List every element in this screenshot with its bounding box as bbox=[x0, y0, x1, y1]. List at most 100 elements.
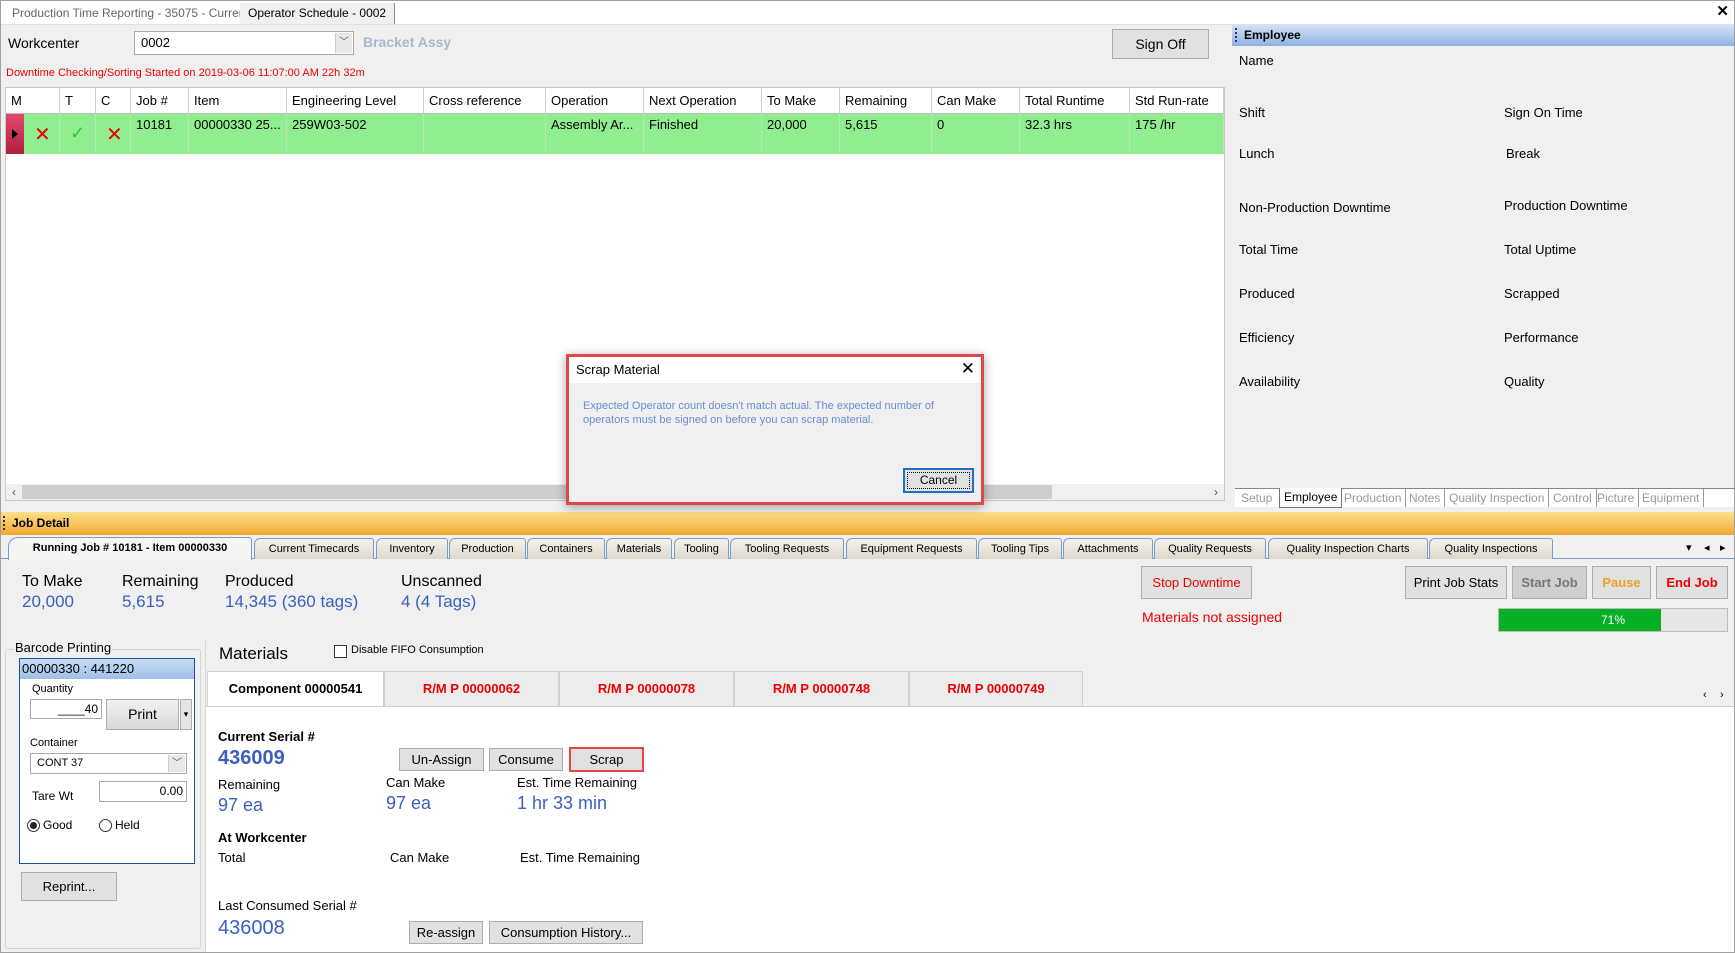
document-tab-bar: Production Time Reporting - 35075 - Curr… bbox=[0, 0, 1735, 25]
pause-button[interactable]: Pause bbox=[1592, 566, 1651, 599]
shift-label: Shift bbox=[1239, 105, 1266, 120]
reprint-button[interactable]: Reprint... bbox=[21, 872, 117, 901]
tab-component[interactable]: Component 00000541 bbox=[207, 671, 384, 708]
tab-quality-requests[interactable]: Quality Requests bbox=[1154, 538, 1266, 559]
tab-list-dropdown-icon[interactable]: ▾ bbox=[1686, 541, 1692, 554]
column-header-m[interactable]: M bbox=[6, 88, 60, 114]
est-time-remaining-label: Est. Time Remaining bbox=[517, 775, 637, 790]
job-detail-title: Job Detail bbox=[12, 516, 70, 530]
unassign-button[interactable]: Un-Assign bbox=[399, 748, 484, 771]
chevron-down-icon[interactable]: ﹀ bbox=[335, 33, 352, 53]
workcenter-select[interactable]: 0002 ﹀ bbox=[134, 31, 354, 55]
disable-fifo-checkbox[interactable] bbox=[334, 645, 347, 658]
column-header-item[interactable]: Item bbox=[189, 88, 287, 114]
reassign-button[interactable]: Re-assign bbox=[409, 921, 483, 944]
close-icon[interactable]: ✕ bbox=[961, 359, 975, 379]
workcenter-name: Bracket Assy bbox=[363, 34, 452, 50]
barcode-item-panel: 00000330 : 441220 Quantity ____40 Print … bbox=[19, 658, 195, 864]
stop-downtime-button[interactable]: Stop Downtime bbox=[1141, 566, 1252, 599]
material-tab-left-icon[interactable]: ‹ bbox=[1703, 689, 1707, 701]
grip-icon[interactable] bbox=[3, 516, 5, 530]
container-value: CONT 37 bbox=[37, 757, 84, 769]
tab-tooling-requests[interactable]: Tooling Requests bbox=[730, 538, 844, 559]
sign-off-button[interactable]: Sign Off bbox=[1112, 29, 1209, 59]
last-consumed-serial-label: Last Consumed Serial # bbox=[218, 898, 357, 913]
tab-rm-00000749[interactable]: R/M P 00000749 bbox=[909, 671, 1083, 707]
print-job-stats-button[interactable]: Print Job Stats bbox=[1405, 566, 1507, 599]
tab-quality-inspection-charts[interactable]: Quality Inspection Charts bbox=[1268, 538, 1428, 559]
tab-running-job[interactable]: Running Job # 10181 - Item 00000330 bbox=[8, 537, 252, 560]
component-detail: Current Serial # 436009 Un-Assign Consum… bbox=[206, 706, 1735, 953]
tab-materials[interactable]: Materials bbox=[606, 538, 672, 559]
table-row[interactable]: ✕ ✓ ✕ 10181 00000330 25... 259W03-502 As… bbox=[6, 114, 1224, 154]
column-header-can-make[interactable]: Can Make bbox=[932, 88, 1020, 114]
tab-quality-inspection[interactable]: Quality Inspection bbox=[1445, 489, 1550, 507]
close-icon[interactable]: ✕ bbox=[1716, 2, 1729, 20]
tab-tooling[interactable]: Tooling bbox=[674, 538, 729, 559]
column-header-remaining[interactable]: Remaining bbox=[840, 88, 932, 114]
scrap-button[interactable]: Scrap bbox=[569, 747, 644, 772]
chevron-down-icon[interactable]: ﹀ bbox=[168, 755, 185, 772]
tab-picture[interactable]: Picture bbox=[1593, 489, 1640, 507]
print-button[interactable]: Print bbox=[106, 699, 179, 730]
print-options-dropdown-icon[interactable]: ▾ bbox=[180, 699, 192, 730]
tab-rm-00000062[interactable]: R/M P 00000062 bbox=[384, 671, 559, 707]
quantity-input[interactable]: ____40 bbox=[30, 699, 102, 719]
x-icon: ✕ bbox=[96, 114, 131, 154]
scroll-right-icon[interactable]: › bbox=[1208, 484, 1224, 500]
column-header-c[interactable]: C bbox=[96, 88, 131, 114]
break-label: Break bbox=[1506, 146, 1540, 161]
tab-scroll-right-icon[interactable]: ▸ bbox=[1720, 541, 1726, 554]
tab-employee[interactable]: Employee bbox=[1279, 488, 1343, 508]
tare-wt-label: Tare Wt bbox=[32, 789, 74, 803]
tab-production[interactable]: Production bbox=[449, 538, 526, 559]
cell-engineering-level: 259W03-502 bbox=[287, 114, 424, 154]
tab-equipment[interactable]: Equipment bbox=[1638, 489, 1705, 507]
tab-rm-00000078[interactable]: R/M P 00000078 bbox=[559, 671, 734, 707]
consumption-history-button[interactable]: Consumption History... bbox=[489, 921, 643, 944]
cell-item: 00000330 25... bbox=[189, 114, 287, 154]
tare-wt-input[interactable]: 0.00 bbox=[99, 781, 187, 802]
tab-rm-00000748[interactable]: R/M P 00000748 bbox=[734, 671, 909, 707]
tab-attachments[interactable]: Attachments bbox=[1063, 538, 1153, 559]
column-header-total-runtime[interactable]: Total Runtime bbox=[1020, 88, 1130, 114]
to-make-value: 20,000 bbox=[22, 592, 74, 611]
tab-setup[interactable]: Setup bbox=[1237, 489, 1276, 507]
end-job-button[interactable]: End Job bbox=[1656, 566, 1728, 599]
scroll-left-icon[interactable]: ‹ bbox=[6, 484, 22, 500]
cancel-button[interactable]: Cancel bbox=[903, 468, 974, 493]
row-selector-arrow-icon[interactable] bbox=[6, 114, 24, 154]
barcode-selected-item[interactable]: 00000330 : 441220 bbox=[20, 659, 194, 679]
tab-inventory[interactable]: Inventory bbox=[376, 538, 448, 559]
grip-icon[interactable] bbox=[1235, 28, 1237, 42]
column-header-cross-reference[interactable]: Cross reference bbox=[424, 88, 546, 114]
material-tab-right-icon[interactable]: › bbox=[1720, 689, 1724, 701]
tab-production[interactable]: Production bbox=[1340, 489, 1407, 507]
column-header-t[interactable]: T bbox=[60, 88, 96, 114]
doc-tab-production-time-reporting[interactable]: Production Time Reporting - 35075 - Curr… bbox=[4, 3, 257, 24]
last-consumed-serial-value: 436008 bbox=[218, 917, 285, 939]
doc-tab-operator-schedule[interactable]: Operator Schedule - 0002 bbox=[240, 3, 396, 24]
dialog-title: Scrap Material bbox=[569, 357, 981, 383]
column-header-operation[interactable]: Operation bbox=[546, 88, 644, 114]
tab-current-timecards[interactable]: Current Timecards bbox=[254, 538, 374, 559]
good-radio[interactable] bbox=[27, 819, 40, 832]
tab-scroll-left-icon[interactable]: ◂ bbox=[1704, 541, 1710, 554]
start-job-button[interactable]: Start Job bbox=[1512, 566, 1587, 599]
consume-button[interactable]: Consume bbox=[489, 748, 563, 771]
remaining-label: Remaining bbox=[122, 573, 199, 590]
barcode-printing-title: Barcode Printing bbox=[14, 640, 113, 655]
held-radio[interactable] bbox=[99, 819, 112, 832]
column-header-job[interactable]: Job # bbox=[131, 88, 189, 114]
column-header-std-run-rate[interactable]: Std Run-rate bbox=[1130, 88, 1224, 114]
container-select[interactable]: CONT 37 ﹀ bbox=[30, 753, 187, 774]
tab-control[interactable]: Control bbox=[1549, 489, 1597, 507]
column-header-engineering-level[interactable]: Engineering Level bbox=[287, 88, 424, 114]
tab-tooling-tips[interactable]: Tooling Tips bbox=[978, 538, 1062, 559]
column-header-to-make[interactable]: To Make bbox=[762, 88, 840, 114]
tab-equipment-requests[interactable]: Equipment Requests bbox=[846, 538, 977, 559]
column-header-next-operation[interactable]: Next Operation bbox=[644, 88, 762, 114]
tab-quality-inspections[interactable]: Quality Inspections bbox=[1429, 538, 1553, 559]
tab-containers[interactable]: Containers bbox=[527, 538, 605, 559]
tab-notes[interactable]: Notes bbox=[1405, 489, 1446, 507]
